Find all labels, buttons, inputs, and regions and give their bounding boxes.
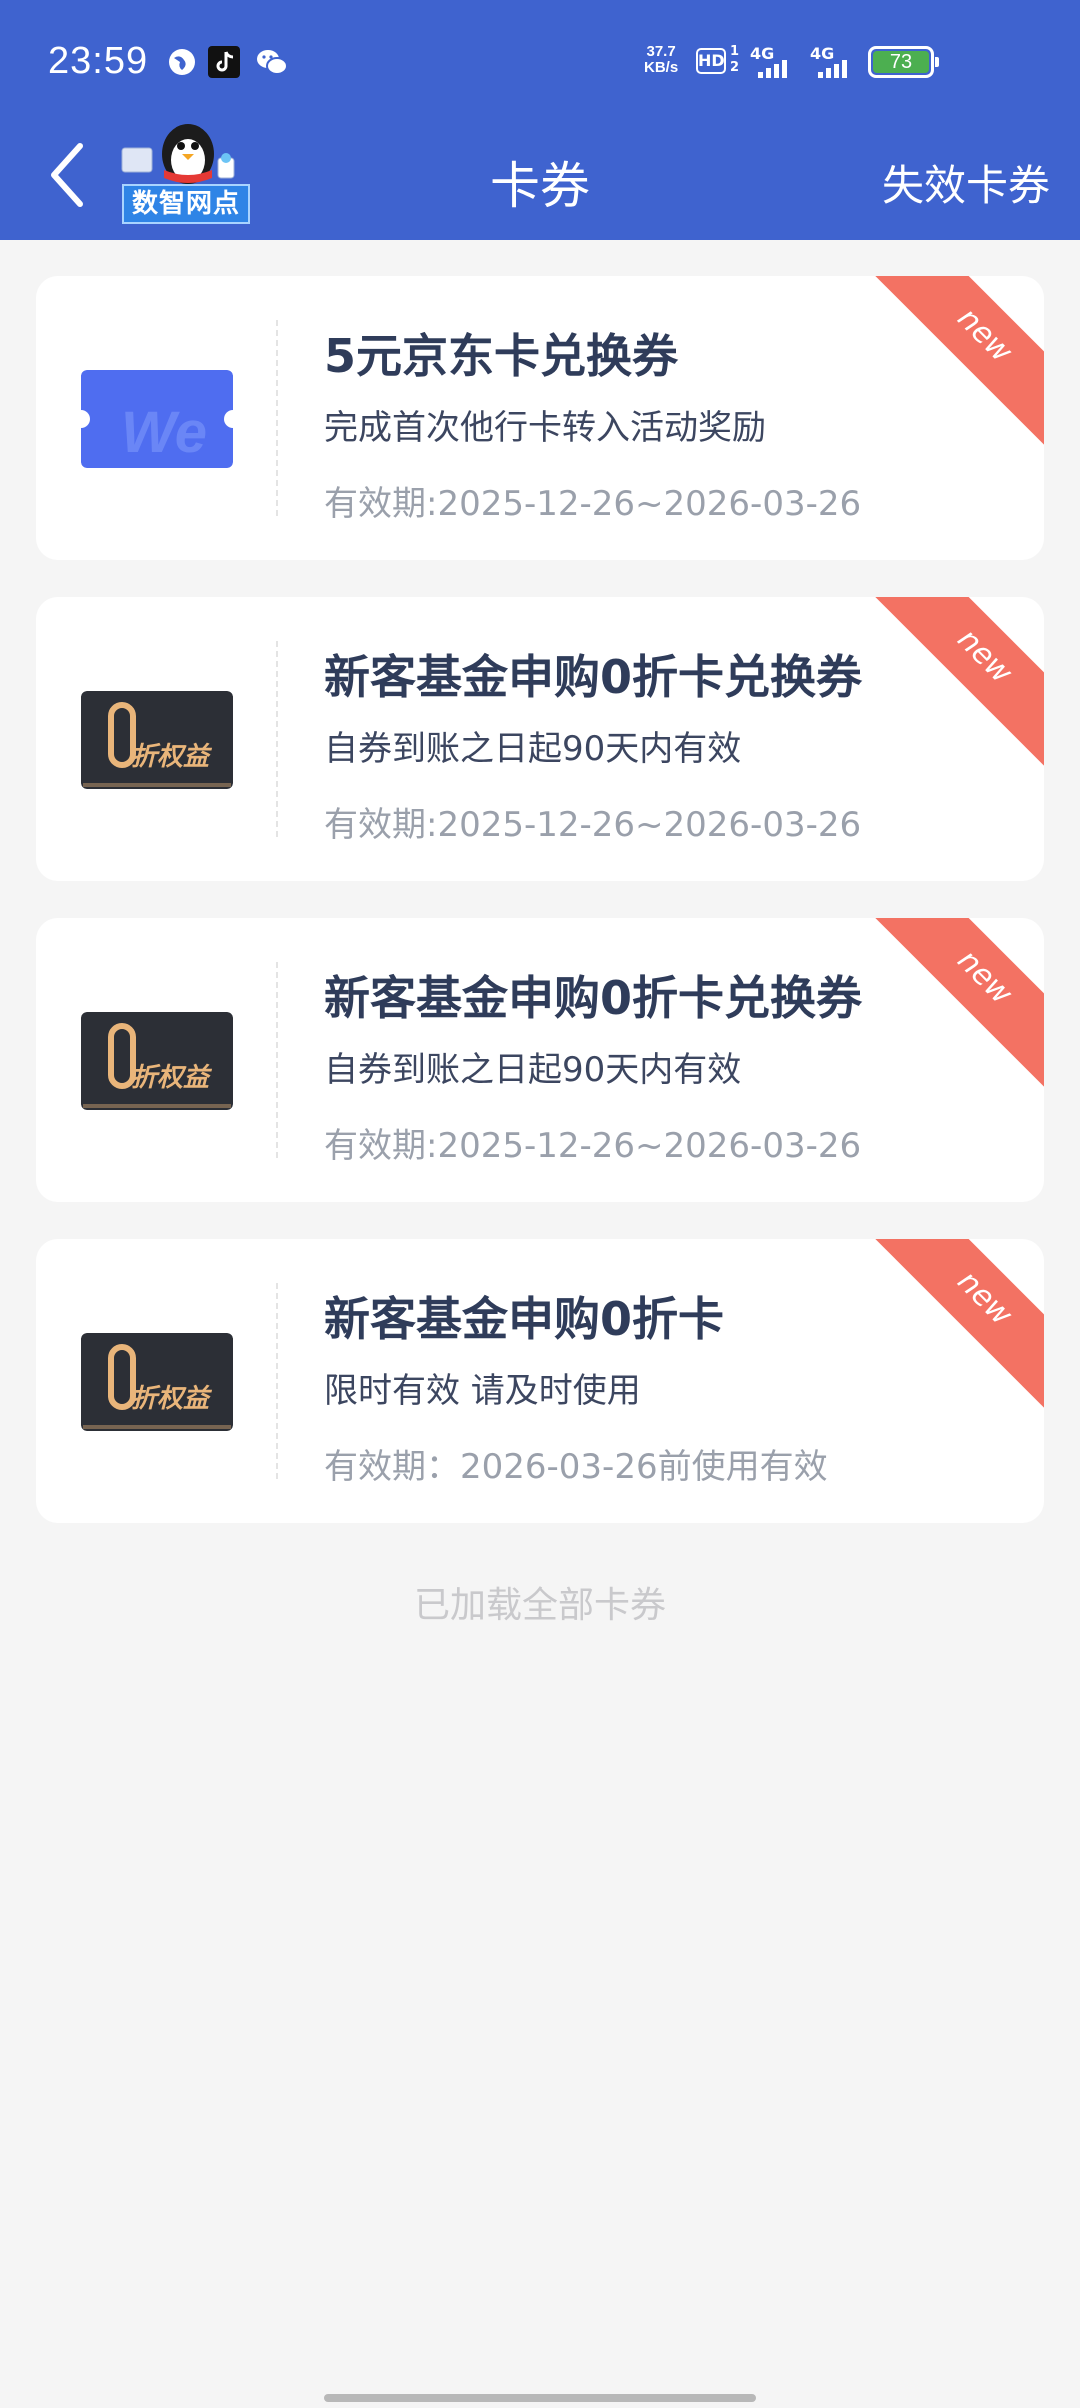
battery-indicator: 73 [868, 46, 939, 78]
new-badge: new [871, 1239, 1044, 1412]
zero-discount-card-icon: 折权益 [81, 691, 233, 789]
card-divider [276, 320, 278, 516]
hd-badge: HD [696, 48, 726, 74]
wechat-icon [257, 50, 288, 75]
coupon-card[interactable]: 折权益 新客基金申购0折卡兑换券 自券到账之日起90天内有效 有效期:2025-… [36, 918, 1044, 1202]
home-indicator[interactable] [324, 2394, 756, 2402]
browser-icon [169, 49, 195, 75]
all-loaded-text: 已加载全部卡券 [413, 1585, 666, 1626]
tiktok-icon [208, 46, 240, 78]
zero-discount-card-icon: 折权益 [81, 1333, 233, 1431]
coupon-card[interactable]: We 5元京东卡兑换券 完成首次他行卡转入活动奖励 有效期:2025-12-26… [36, 276, 1044, 560]
battery-level: 73 [873, 51, 929, 73]
network-speed: 37.7 KB/s [644, 44, 678, 76]
card-divider [276, 1283, 278, 1479]
coupon-name: 新客基金申购0折卡兑换券 [324, 971, 863, 1025]
coupon-card[interactable]: 折权益 新客基金申购0折卡 限时有效 请及时使用 有效期：2026-03-26前… [36, 1239, 1044, 1523]
coupon-validity: 有效期:2025-12-26~2026-03-26 [324, 805, 862, 845]
new-badge: new [871, 597, 1044, 770]
coupon-desc: 自券到账之日起90天内有效 [324, 729, 742, 769]
status-bar: 23:59 37.7 KB/s HD 1 2 4G 4G 73 [0, 0, 1080, 124]
coupon-card[interactable]: 折权益 新客基金申购0折卡兑换券 自券到账之日起90天内有效 有效期:2025-… [36, 597, 1044, 881]
network-speed-value: 37.7 [646, 43, 676, 60]
coupon-name: 新客基金申购0折卡 [324, 1292, 725, 1346]
jd-card-icon: We [81, 370, 233, 468]
invalid-coupons-link[interactable]: 失效卡券 [882, 152, 1050, 213]
sim-slots: 1 2 [730, 44, 740, 75]
new-badge: new [871, 276, 1044, 449]
coupon-validity: 有效期:2025-12-26~2026-03-26 [324, 484, 862, 524]
coupon-desc: 完成首次他行卡转入活动奖励 [324, 408, 766, 448]
status-time: 23:59 [48, 40, 149, 82]
zero-discount-card-icon: 折权益 [81, 1012, 233, 1110]
card-thumb-text: 折权益 [131, 1063, 213, 1093]
network-speed-unit: KB/s [644, 59, 679, 76]
coupon-name: 5元京东卡兑换券 [324, 329, 679, 383]
card-divider [276, 641, 278, 837]
coupon-desc: 限时有效 请及时使用 [324, 1371, 641, 1411]
svg-text:We: We [121, 400, 207, 465]
card-thumb-text: 折权益 [131, 1384, 213, 1414]
coupon-name: 新客基金申购0折卡兑换券 [324, 650, 863, 704]
coupon-validity: 有效期:2025-12-26~2026-03-26 [324, 1126, 862, 1166]
card-divider [276, 962, 278, 1158]
coupon-desc: 自券到账之日起90天内有效 [324, 1050, 742, 1090]
card-thumb-text: 折权益 [131, 742, 213, 772]
new-badge: new [871, 918, 1044, 1091]
coupon-validity: 有效期：2026-03-26前使用有效 [324, 1447, 828, 1487]
